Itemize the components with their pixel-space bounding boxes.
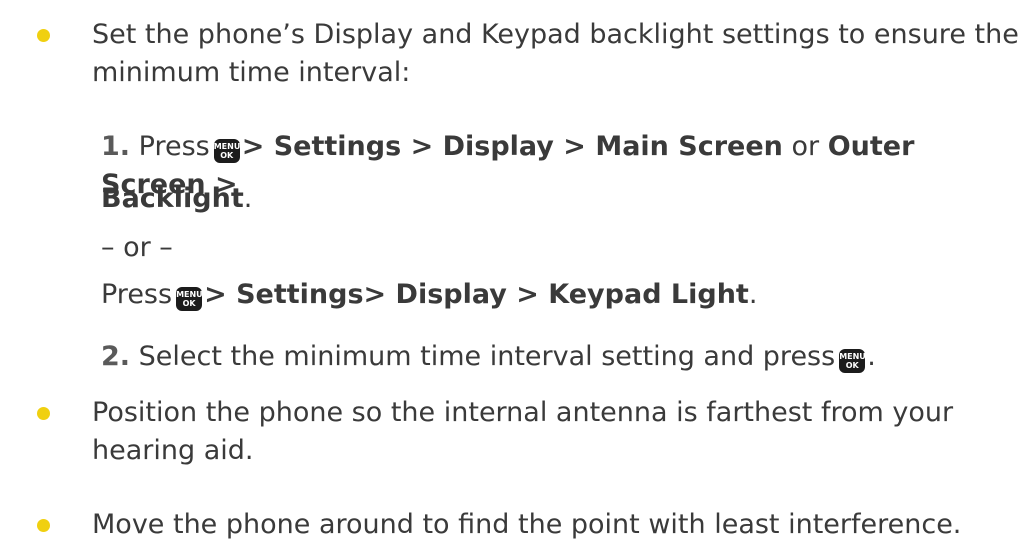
alternative-separator: – or –	[101, 229, 1001, 267]
or-separator: – or –	[101, 232, 173, 263]
period: .	[867, 341, 876, 372]
page: Set the phone’s Display and Keypad backl…	[0, 0, 1028, 558]
bullet-line: minimum time interval:	[92, 57, 411, 88]
bullet-line: Move the phone around to find the point …	[92, 509, 962, 540]
press-word: Press	[101, 279, 173, 310]
bullet-text: Set the phone’s Display and Keypad backl…	[92, 16, 1022, 92]
bullet-line: Set the phone’s Display and Keypad backl…	[92, 19, 1019, 50]
bullet-line: hearing aid.	[92, 435, 254, 466]
bullet-text: Move the phone around to find the point …	[92, 506, 1022, 544]
menu-ok-key-icon: MENU OK	[839, 349, 866, 373]
step-number: 2.	[101, 341, 131, 372]
bullet-dot	[37, 519, 50, 532]
menu-ok-key-icon: MENU OK	[213, 139, 240, 163]
bullet-dot	[37, 29, 50, 42]
or-word: or	[791, 131, 820, 162]
period: .	[748, 279, 758, 310]
menu-path: > Settings> Display > Keypad Light	[204, 279, 749, 310]
step-1-continued: Backlight.	[101, 180, 1001, 218]
step-text: Select the minimum time interval setting…	[138, 341, 836, 372]
period: .	[243, 183, 253, 214]
bullet-text: Position the phone so the internal anten…	[92, 394, 1022, 470]
menu-path: > Settings > Display > Main Screen	[241, 131, 783, 162]
bullet-line: Position the phone so the internal anten…	[92, 397, 954, 428]
menu-ok-key-icon: MENU OK	[176, 287, 203, 311]
press-word: Press	[138, 131, 210, 162]
step-1-alternative: Press MENU OK > Settings> Display > Keypad …	[101, 276, 1001, 314]
bullet-dot	[37, 407, 50, 420]
step-2: 2. Select the minimum time interval sett…	[101, 338, 1001, 376]
step-number: 1.	[101, 131, 131, 162]
menu-path: Backlight	[101, 183, 244, 214]
